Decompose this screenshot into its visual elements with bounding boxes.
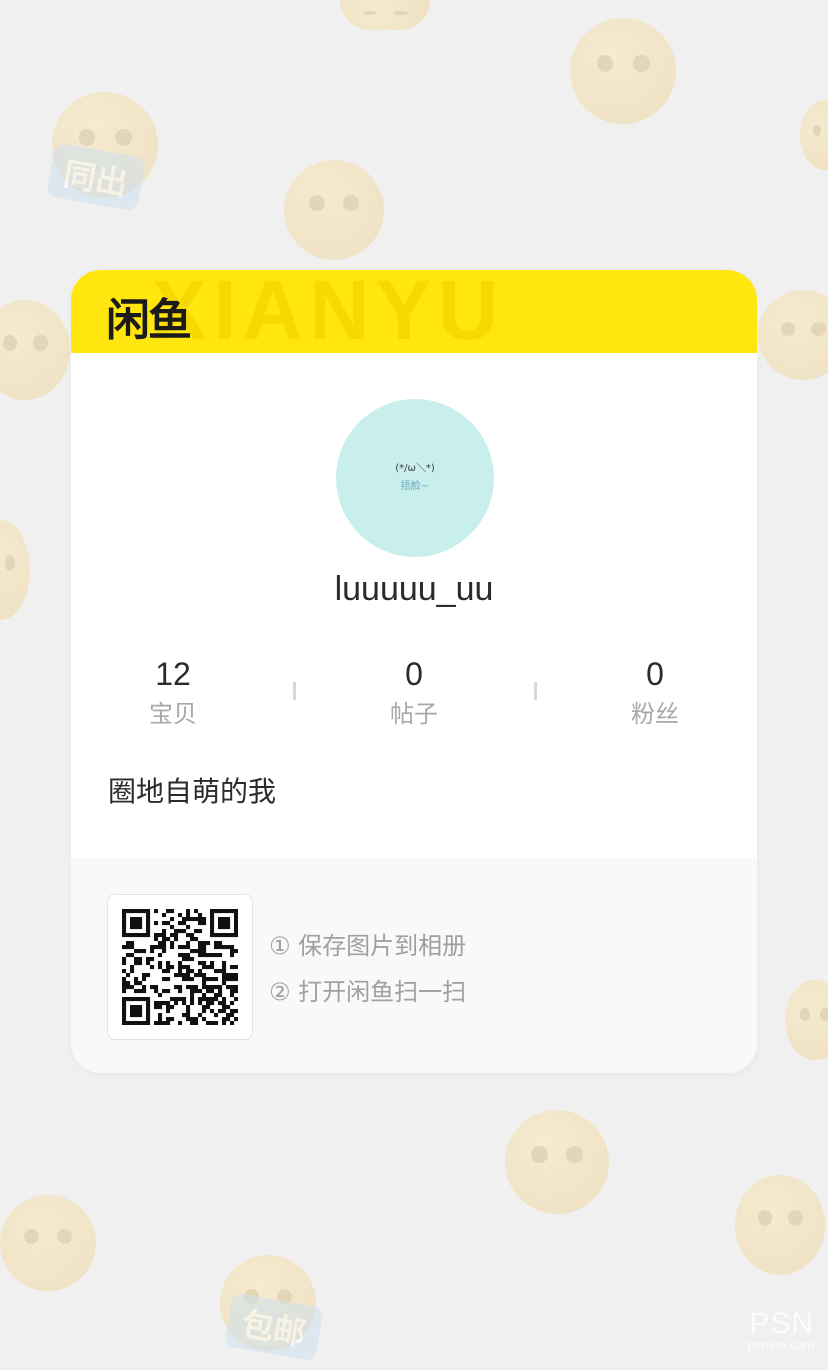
stat-items-label: 宝贝	[149, 700, 197, 728]
background-emoji	[785, 980, 828, 1060]
background-emoji	[758, 290, 828, 380]
stat-posts-count: 0	[405, 656, 423, 692]
stat-divider	[534, 682, 537, 700]
psn-site: psnine.com	[747, 1337, 814, 1352]
background-emoji	[0, 300, 70, 400]
bio-text: 圈地自萌的我	[108, 775, 277, 808]
avatar: (*/ω＼*) 捂脸~	[336, 399, 494, 557]
profile-share-card: XIANYU 闲鱼 (*/ω＼*) 捂脸~ luuuuu_uu 12 宝贝 0 …	[71, 270, 757, 1073]
card-header: XIANYU 闲鱼	[71, 270, 757, 353]
stat-items-count: 12	[155, 656, 191, 692]
stat-items: 12 宝贝	[73, 652, 273, 732]
header-watermark: XIANYU	[151, 270, 505, 353]
qr-code-graphic	[122, 909, 238, 1025]
qr-code-icon	[107, 894, 253, 1040]
background-emoji	[800, 100, 828, 170]
card-footer: ① 保存图片到相册 ② 打开闲鱼扫一扫	[71, 858, 757, 1073]
stat-fans-count: 0	[646, 656, 664, 692]
stat-fans-label: 粉丝	[631, 700, 679, 728]
background-emoji	[284, 160, 384, 260]
instruction-save: ① 保存图片到相册	[269, 932, 467, 960]
background-emoji	[505, 1110, 609, 1214]
avatar-face-text: (*/ω＼*)	[395, 463, 435, 474]
avatar-caption: 捂脸~	[400, 481, 430, 492]
background-emoji	[340, 0, 430, 30]
username: luuuuu_uu	[334, 570, 494, 608]
stat-fans: 0 粉丝	[555, 652, 755, 732]
background-emoji	[0, 1195, 96, 1291]
background-emoji	[0, 520, 30, 620]
stat-divider	[293, 682, 296, 700]
instruction-scan: ② 打开闲鱼扫一扫	[269, 978, 467, 1006]
stat-posts: 0 帖子	[314, 652, 514, 732]
psn-logo: PSN	[749, 1307, 814, 1340]
psn-watermark: PSN psnine.com	[748, 1307, 814, 1352]
xianyu-logo: 闲鱼	[106, 295, 192, 346]
background-emoji	[570, 18, 676, 124]
stat-posts-label: 帖子	[390, 700, 438, 728]
background-emoji	[735, 1175, 825, 1275]
stats-row: 12 宝贝 0 帖子 0 粉丝	[71, 652, 757, 732]
